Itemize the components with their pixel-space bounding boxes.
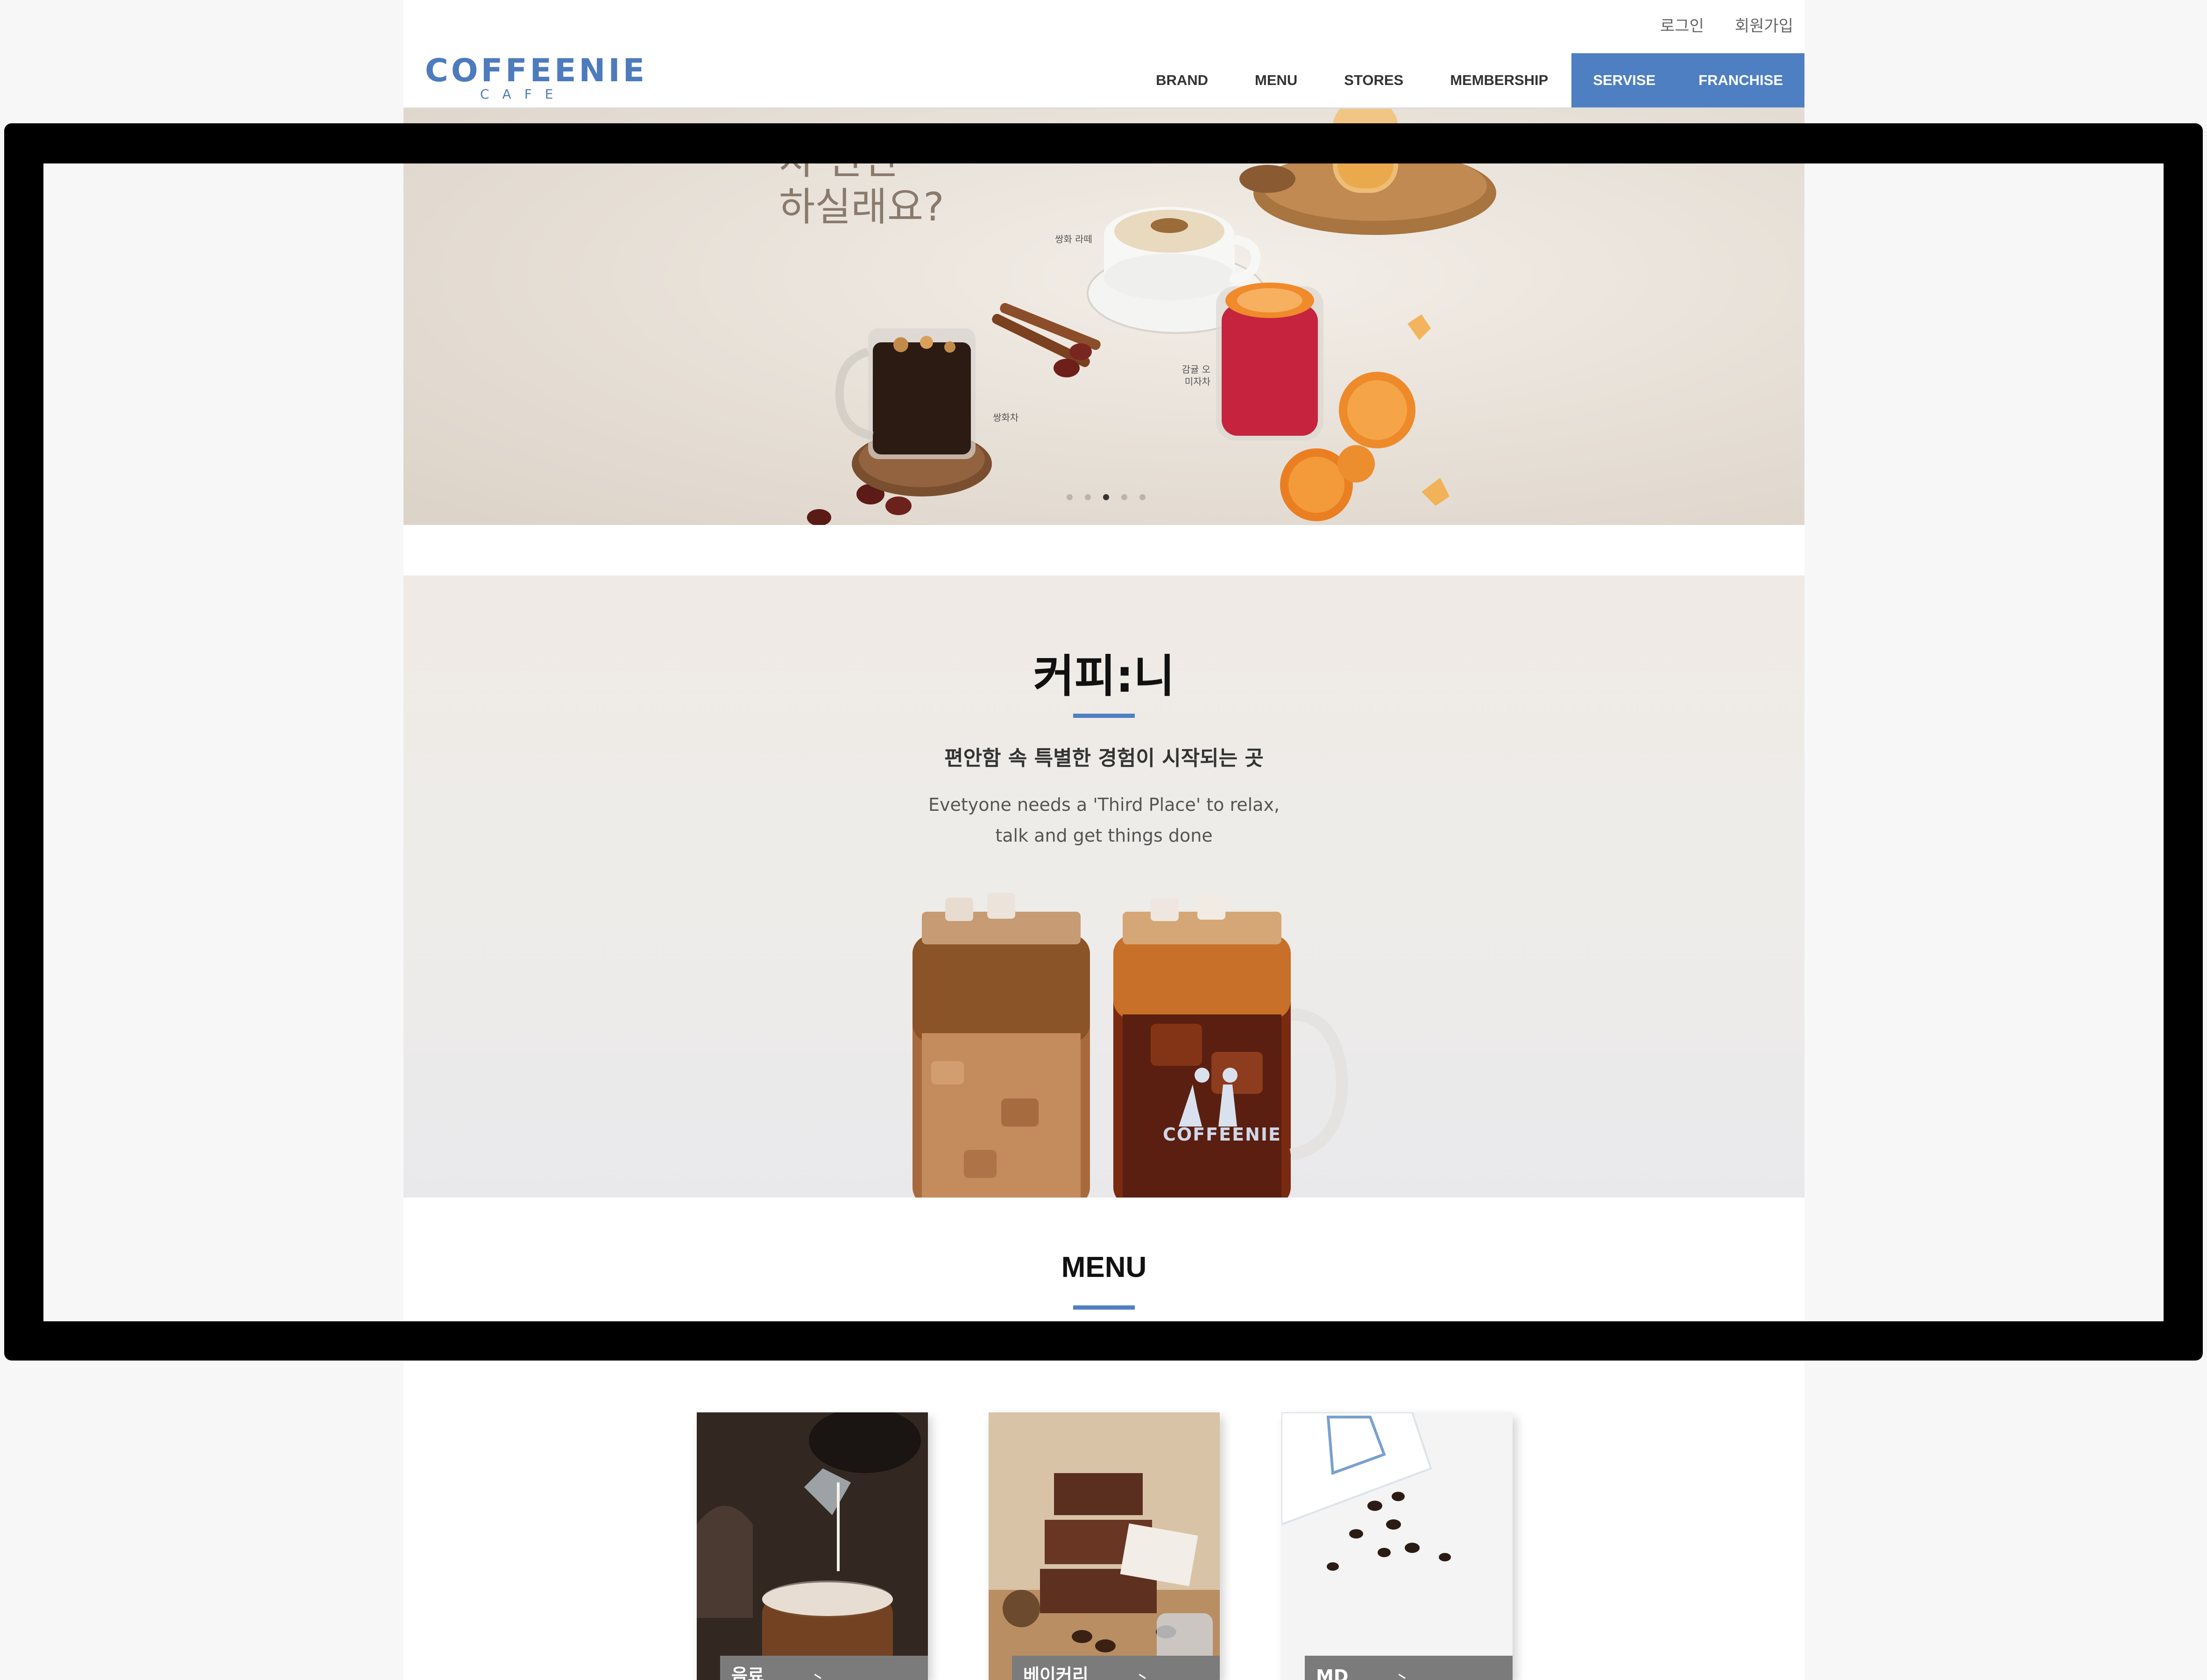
menu-card-md-label[interactable]: MD (1305, 1656, 1513, 1680)
menu-section-title: MENU (1061, 1251, 1147, 1283)
utility-links: 로그인 회원가입 (1660, 13, 1793, 36)
menu-card-drinks[interactable]: 음료 (697, 1412, 928, 1680)
menu-card-drinks-label[interactable]: 음료 (720, 1656, 928, 1680)
menu-card-bakery-label[interactable]: 베이커리 (1012, 1656, 1220, 1680)
hero-line-1: 차 한잔 (779, 137, 900, 183)
slider-dot-2[interactable] (1085, 494, 1091, 500)
hero-headline: 차 한잔 하실래요? (779, 137, 944, 230)
logo-sub-text: CAFE (480, 86, 566, 102)
label-omija-tea: 감귤 오미자차 (1181, 364, 1210, 387)
slider-dot-4[interactable] (1121, 494, 1127, 500)
label-ssanghwa-tea: 쌍화차 (993, 412, 1019, 423)
main-nav: BRAND MENU STORES MEMBERSHIP SERVISE FRA… (1132, 53, 1804, 107)
md-photo (1281, 1412, 1513, 1680)
hero-line-2: 하실래요? (779, 184, 944, 230)
nav-franchise[interactable]: FRANCHISE (1677, 53, 1804, 107)
iced-drinks-illustration (913, 893, 1349, 1198)
nav-stores[interactable]: STORES (1321, 53, 1427, 107)
logo-main-text: COFFEENIE (425, 52, 648, 89)
bakery-photo (989, 1412, 1220, 1680)
hero-banner[interactable]: 차 한잔 하실래요? 쌍화 라떼 쌍화차 감귤 오미자차 (403, 109, 1804, 525)
signup-link[interactable]: 회원가입 (1735, 13, 1793, 36)
slider-dot-3[interactable] (1103, 494, 1109, 500)
nav-service[interactable]: SERVISE (1571, 53, 1677, 107)
brand-intro-section: 커피:니 편안함 속 특별한 경험이 시작되는 곳 Evetyone needs… (403, 575, 1804, 1198)
label-ssanghwa-latte: 쌍화 라떼 (1055, 234, 1092, 245)
menu-title-underline (1073, 1305, 1135, 1310)
slider-dot-1[interactable] (1067, 494, 1073, 500)
hero-drinks-illustration (403, 109, 1804, 525)
login-link[interactable]: 로그인 (1660, 13, 1704, 36)
menu-card-drinks-text: 음료 (731, 1665, 764, 1680)
jar-logo-text: COFFEENIE (1163, 1124, 1281, 1145)
slider-dot-5[interactable] (1139, 494, 1146, 500)
page: 로그인 회원가입 COFFEENIE CAFE BRAND MENU STORE… (403, 0, 1804, 1680)
menu-card-md[interactable]: MD (1281, 1412, 1513, 1680)
nav-membership[interactable]: MEMBERSHIP (1427, 53, 1571, 107)
nav-brand[interactable]: BRAND (1132, 53, 1231, 107)
menu-card-md-text: MD (1316, 1666, 1349, 1680)
slider-dots (1067, 494, 1146, 500)
logo[interactable]: COFFEENIE CAFE (425, 52, 648, 102)
nav-menu[interactable]: MENU (1231, 53, 1321, 107)
menu-card-bakery[interactable]: 베이커리 (989, 1412, 1220, 1680)
drinks-photo (697, 1412, 928, 1680)
menu-card-bakery-text: 베이커리 (1023, 1665, 1089, 1680)
